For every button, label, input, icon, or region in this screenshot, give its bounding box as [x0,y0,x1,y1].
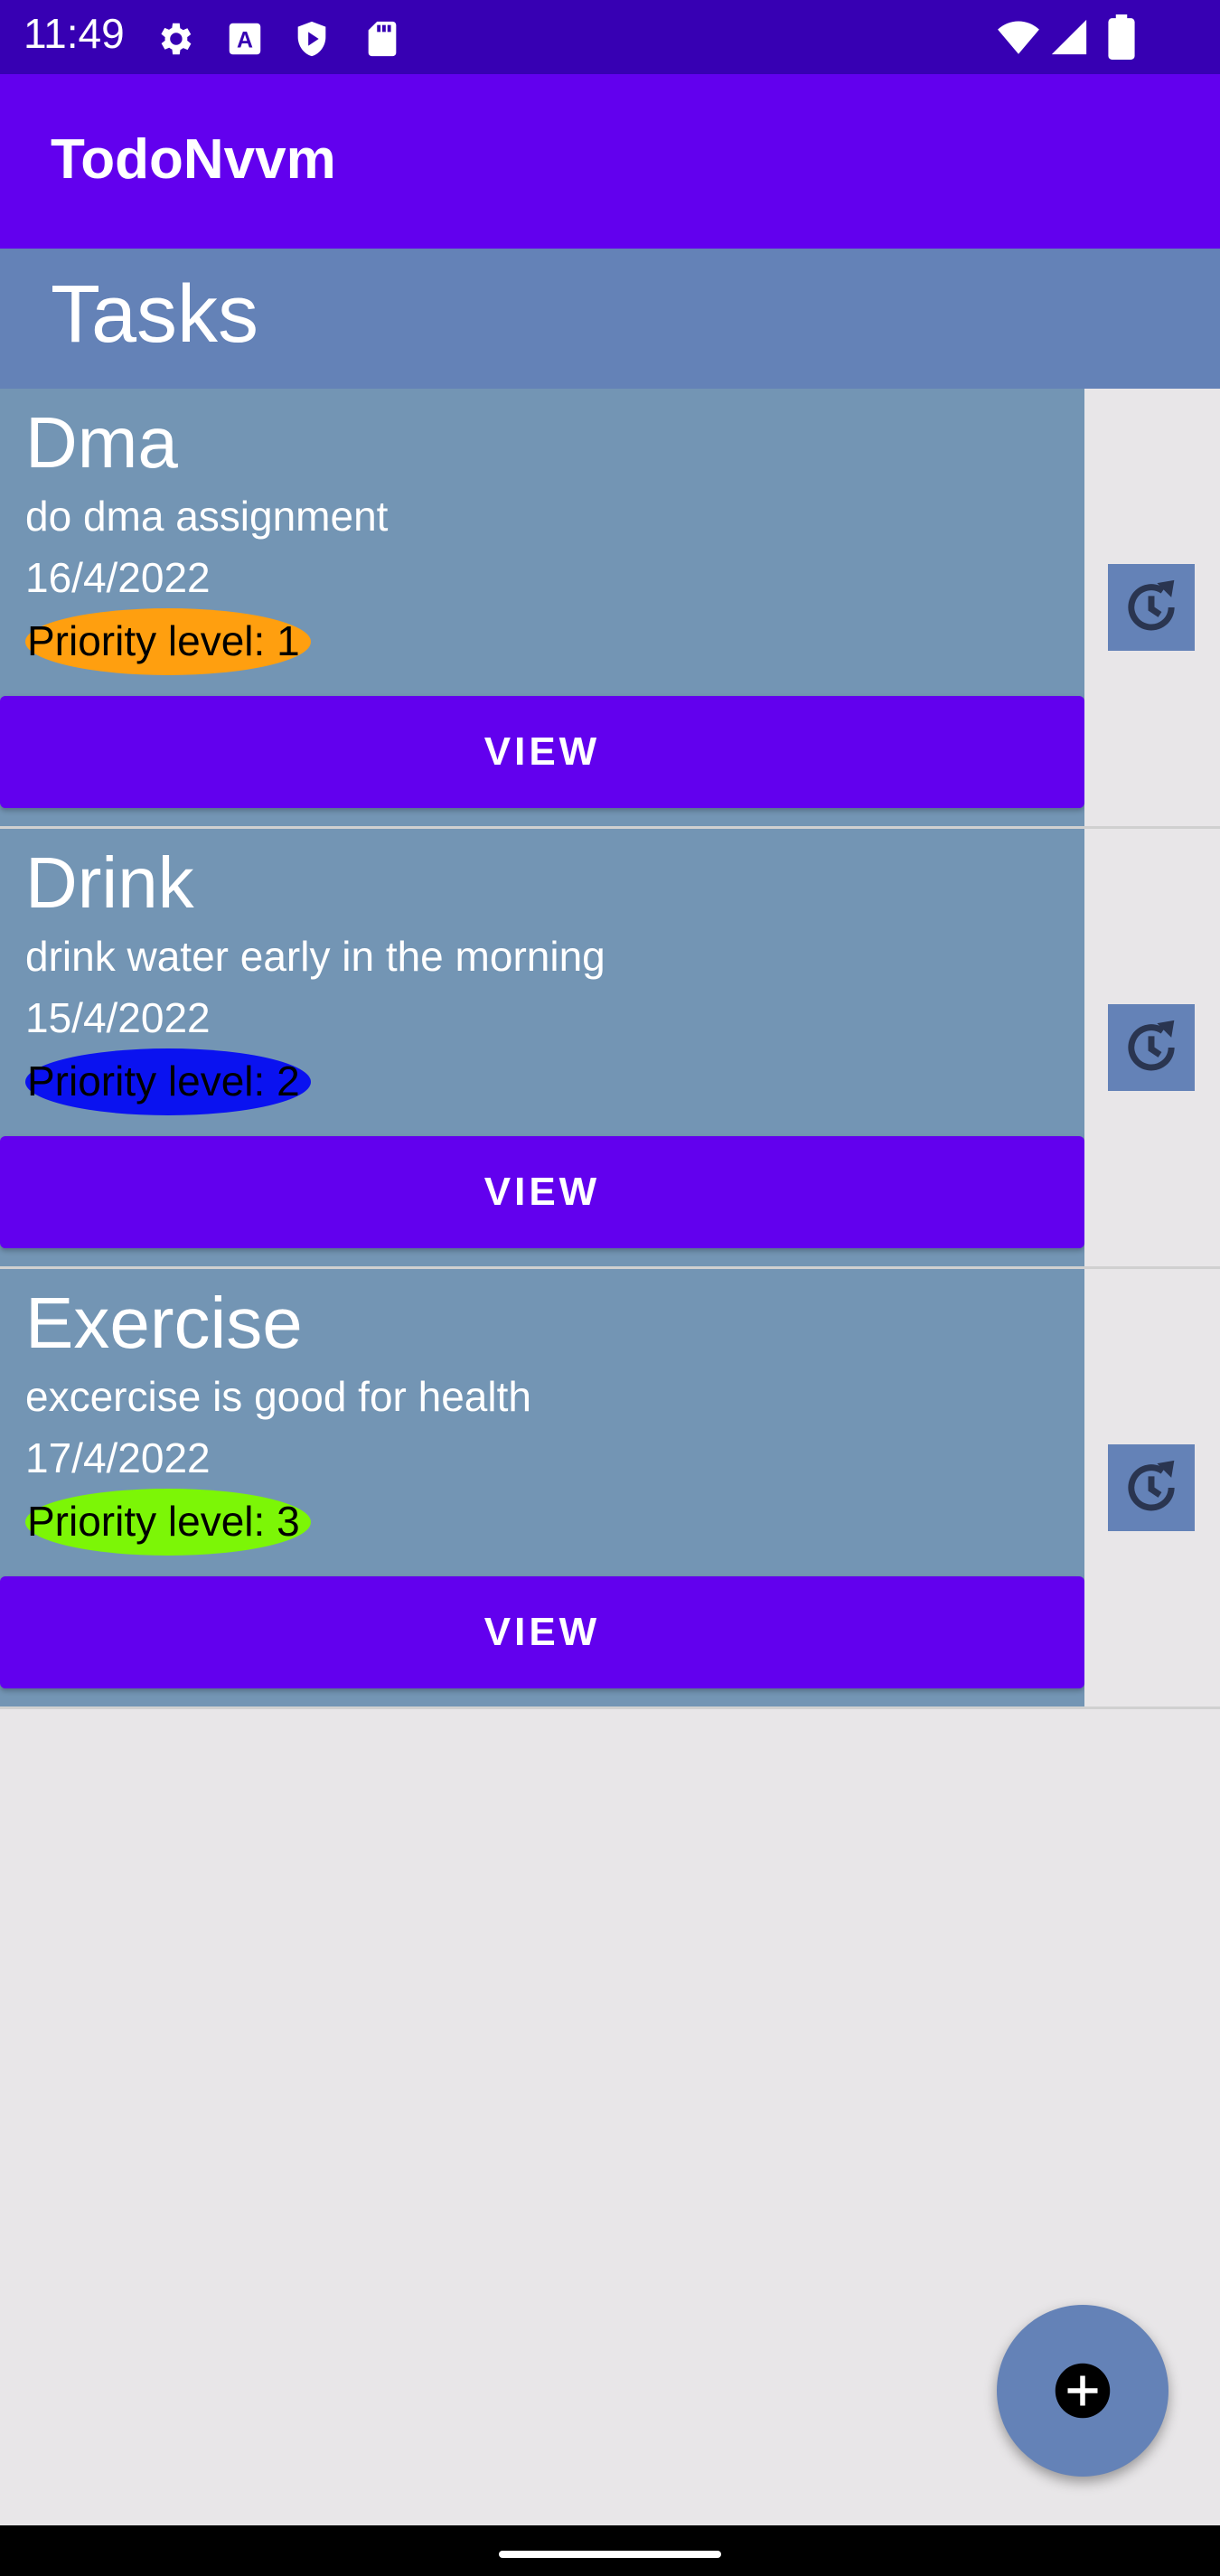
task-card[interactable]: Drink drink water early in the morning 1… [0,829,1084,1266]
task-item: Exercise excercise is good for health 17… [0,1269,1220,1709]
task-description: do dma assignment [25,493,389,540]
section-title: Tasks [51,269,259,360]
status-time: 11:49 [23,10,125,57]
wifi-icon [998,21,1039,54]
task-description: drink water early in the morning [25,933,605,980]
reschedule-button[interactable] [1108,564,1195,651]
battery-icon [1108,14,1135,60]
history-icon [1128,1460,1175,1511]
priority-label: Priority level: 2 [27,1058,300,1105]
home-indicator[interactable] [499,2551,721,2558]
task-title: Drink [25,842,194,923]
play-protect-icon [297,21,326,57]
task-item: Drink drink water early in the morning 1… [0,829,1220,1269]
task-date: 17/4/2022 [25,1434,211,1481]
task-list: Dma do dma assignment 16/4/2022 Priority… [0,389,1220,1709]
reschedule-button[interactable] [1108,1444,1195,1531]
section-header: Tasks [0,249,1220,389]
task-description: excercise is good for health [25,1373,531,1420]
task-item: Dma do dma assignment 16/4/2022 Priority… [0,389,1220,829]
app-bar: TodoNvvm [0,74,1220,249]
task-date: 16/4/2022 [25,554,211,601]
view-button[interactable]: VIEW [0,696,1084,808]
font-a-icon: A [229,23,261,55]
status-bar: 11:49 A [0,0,1220,74]
signal-icon [1051,19,1087,55]
history-icon [1128,1020,1175,1071]
app-title: TodoNvvm [51,128,336,191]
view-button[interactable]: VIEW [0,1136,1084,1248]
gear-icon [161,23,192,55]
task-title: Exercise [25,1283,303,1363]
task-card[interactable]: Exercise excercise is good for health 17… [0,1269,1084,1706]
priority-label: Priority level: 3 [27,1498,300,1545]
task-date: 15/4/2022 [25,994,211,1041]
history-icon [1128,579,1175,631]
priority-label: Priority level: 1 [27,617,300,664]
sd-card-icon [368,21,397,57]
reschedule-button[interactable] [1108,1004,1195,1091]
task-card[interactable]: Dma do dma assignment 16/4/2022 Priority… [0,389,1084,826]
view-button[interactable]: VIEW [0,1576,1084,1688]
task-title: Dma [25,402,178,483]
add-circle-icon [1055,2363,1111,2419]
svg-text:A: A [237,28,253,53]
add-task-button[interactable] [997,2305,1168,2477]
